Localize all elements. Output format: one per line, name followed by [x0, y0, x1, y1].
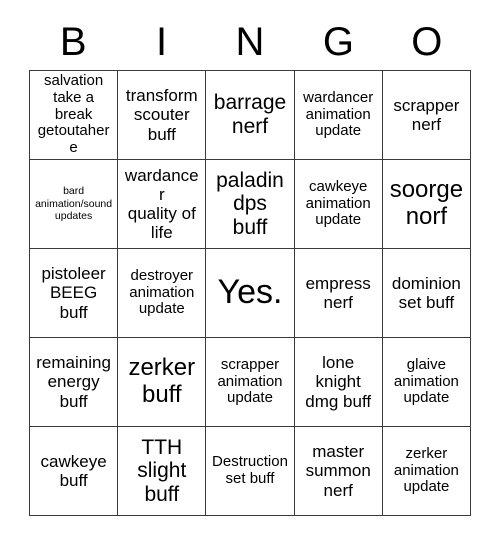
bingo-cell-label: pistoleer BEEG buff — [41, 264, 106, 322]
bingo-cell-r1-c1[interactable]: salvation take a break getoutahere — [30, 71, 119, 160]
bingo-cell-label: master summon nerf — [305, 442, 371, 500]
bingo-cell-r4-c2[interactable]: zerker buff — [118, 338, 207, 427]
bingo-grid: salvation take a break getoutahere transf… — [29, 70, 471, 516]
bingo-cell-r4-c5[interactable]: glaive animation update — [382, 338, 471, 427]
bingo-cell-r5-c1[interactable]: cawkeye buff — [30, 427, 119, 516]
bingo-cell-r2-c2[interactable]: wardancer quality of life — [118, 160, 207, 249]
bingo-cell-label: cawkeye buff — [40, 451, 107, 490]
bingo-cell-r1-c2[interactable]: transform scouter buff — [118, 71, 207, 160]
bingo-cell-r3-c1[interactable]: pistoleer BEEG buff — [30, 249, 119, 338]
header-letter-b: B — [59, 20, 87, 64]
bingo-cell-label: transform scouter buff — [125, 86, 198, 144]
bingo-cell-label: Destruction set buff — [212, 453, 288, 487]
bingo-cell-r5-c3[interactable]: Destruction set buff — [206, 427, 295, 516]
bingo-cell-label: glaive animation update — [393, 355, 459, 407]
bingo-cell-r1-c3[interactable]: barrage nerf — [206, 71, 295, 160]
bingo-cell-label: destroyer animation update — [129, 266, 195, 318]
bingo-cell-label: Yes. — [217, 273, 283, 312]
bingo-cell-r3-c3[interactable]: Yes. — [206, 249, 295, 338]
bingo-cell-r5-c5[interactable]: zerker animation update — [382, 427, 471, 516]
bingo-cell-label: zerker buff — [128, 354, 196, 408]
bingo-cell-label: remaining energy buff — [36, 353, 111, 411]
header-letter-n: N — [235, 20, 265, 64]
bingo-cell-label: paladin dps buff — [216, 168, 284, 239]
bingo-cell-label: wardancer animation update — [303, 88, 374, 140]
bingo-cell-r5-c2[interactable]: TTH slight buff — [118, 427, 207, 516]
bingo-cell-label: lone knight dmg buff — [305, 353, 372, 411]
bingo-cell-r4-c1[interactable]: remaining energy buff — [30, 338, 119, 427]
header-letter-g: G — [322, 20, 354, 64]
bingo-cell-r2-c4[interactable]: cawkeye animation update — [294, 160, 383, 249]
bingo-cell-label: bard animation/sound updates — [35, 184, 113, 223]
bingo-cell-r3-c2[interactable]: destroyer animation update — [118, 249, 207, 338]
bingo-cell-r1-c4[interactable]: wardancer animation update — [294, 71, 383, 160]
bingo-cell-label: zerker animation update — [393, 444, 459, 496]
bingo-cell-r2-c5[interactable]: soorge norf — [382, 160, 471, 249]
bingo-cell-r4-c3[interactable]: scrapper animation update — [206, 338, 295, 427]
bingo-cell-r3-c5[interactable]: dominion set buff — [382, 249, 471, 338]
bingo-cell-r1-c5[interactable]: scrapper nerf — [382, 71, 471, 160]
bingo-cell-r2-c3[interactable]: paladin dps buff — [206, 160, 295, 249]
header-letter-o: O — [411, 20, 443, 64]
header-letter-i: I — [156, 20, 168, 64]
bingo-cell-label: dominion set buff — [391, 273, 461, 312]
bingo-cell-label: soorge norf — [389, 176, 464, 230]
bingo-cell-r5-c4[interactable]: master summon nerf — [294, 427, 383, 516]
bingo-cell-label: salvation take a break getoutahere — [37, 72, 110, 157]
bingo-cell-label: barrage nerf — [213, 91, 287, 138]
bingo-header-row: B I N G O — [29, 14, 471, 70]
bingo-card: B I N G O salvation take a break getouta… — [29, 14, 471, 516]
bingo-cell-r2-c1[interactable]: bard animation/sound updates — [30, 160, 119, 249]
bingo-cell-r3-c4[interactable]: empress nerf — [294, 249, 383, 338]
bingo-cell-label: empress nerf — [305, 273, 371, 312]
bingo-cell-label: TTH slight buff — [137, 435, 187, 506]
bingo-cell-label: wardancer quality of life — [124, 165, 199, 243]
bingo-cell-r4-c4[interactable]: lone knight dmg buff — [294, 338, 383, 427]
bingo-cell-label: scrapper animation update — [217, 355, 283, 407]
bingo-cell-label: scrapper nerf — [393, 95, 460, 134]
bingo-cell-label: cawkeye animation update — [305, 177, 371, 229]
